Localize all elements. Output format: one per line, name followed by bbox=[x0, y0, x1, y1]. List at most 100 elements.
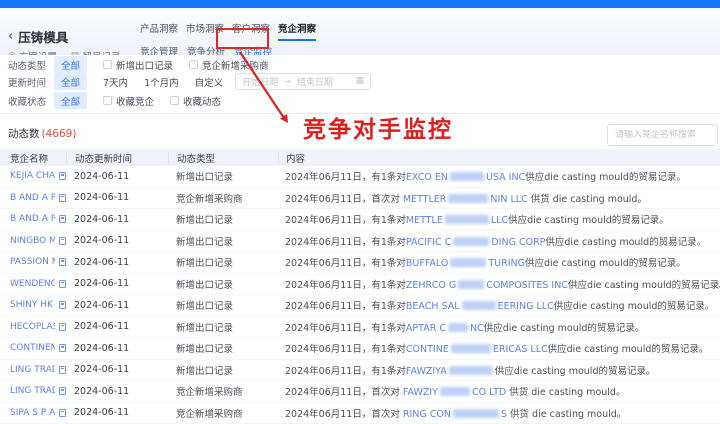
monitor-icon[interactable] bbox=[59, 215, 66, 223]
content-text: 供应die casting mould的贸易记录。 bbox=[548, 344, 709, 355]
checkbox-icon[interactable] bbox=[103, 96, 112, 105]
monitor-icon[interactable] bbox=[59, 366, 66, 374]
monitor-icon[interactable] bbox=[59, 280, 66, 288]
table-row[interactable]: B AND A P...2024-06-11竞企新增采购商2024年06月11日… bbox=[0, 188, 720, 210]
filter-all-pill[interactable]: 全部 bbox=[54, 92, 87, 109]
table-row[interactable]: LING TRADI...2024-06-11竞企新增采购商2024年06月11… bbox=[0, 381, 720, 403]
company-link[interactable]: NIN LLC bbox=[490, 194, 527, 205]
tab-competitor-insight[interactable]: 竞企洞察 bbox=[278, 21, 316, 41]
table-row[interactable]: WENDENG ...2024-06-11新增出口记录2024年06月11日，有… bbox=[0, 274, 720, 296]
company-link[interactable]: FAWZIYA bbox=[406, 366, 447, 377]
content-text: 供应die casting mould的贸易记录。 bbox=[525, 172, 686, 183]
filter-panel: 动态类型 全部 新增出口记录 竞企新增采购商 更新时间 全部 7天内 1个月内 … bbox=[0, 55, 720, 113]
content-text: 2024年06月11日，有1条对 bbox=[285, 172, 406, 183]
checkbox-favorite-competitors[interactable]: 收藏竞企 bbox=[103, 94, 154, 108]
company-name-link[interactable]: SIPA S P A S... bbox=[10, 408, 55, 418]
company-link[interactable]: BUFFALO bbox=[406, 258, 448, 269]
company-link[interactable]: APTAR C bbox=[406, 323, 446, 334]
row-content: 2024年06月11日，首次对 RING CONS 供货 die casting… bbox=[278, 406, 720, 420]
monitor-icon[interactable] bbox=[59, 258, 66, 266]
annotation-arrow bbox=[228, 42, 308, 137]
table-row[interactable]: SHINY HK I...2024-06-11新增出口记录2024年06月11日… bbox=[0, 295, 720, 317]
content-text: 2024年06月11日，有1条对 bbox=[285, 301, 406, 312]
checkbox-label: 收藏动态 bbox=[183, 94, 221, 108]
table-row[interactable]: CONTINEN...2024-06-11新增出口记录2024年06月11日，有… bbox=[0, 338, 720, 360]
filter-all-pill[interactable]: 全部 bbox=[54, 73, 87, 90]
filter-all-pill[interactable]: 全部 bbox=[54, 56, 87, 73]
breadcrumb: ‹ 压铸模具 bbox=[8, 27, 68, 46]
filter-label: 收藏状态 bbox=[0, 94, 54, 108]
monitor-icon[interactable] bbox=[59, 194, 66, 202]
company-name-link[interactable]: B AND A P... bbox=[10, 214, 55, 224]
checkbox-icon[interactable] bbox=[103, 60, 112, 69]
company-link[interactable]: EXCO EN bbox=[406, 172, 448, 183]
monitor-icon[interactable] bbox=[59, 409, 66, 417]
company-link[interactable]: EERING LLC bbox=[498, 301, 554, 312]
company-link[interactable]: RING CON bbox=[403, 409, 451, 420]
censored-text bbox=[458, 280, 484, 289]
option-7-days[interactable]: 7天内 bbox=[103, 75, 128, 89]
checkbox-favorite-dynamics[interactable]: 收藏动态 bbox=[170, 94, 221, 108]
table-row[interactable]: SIPA S P A S...2024-06-11竞企新增采购商2024年06月… bbox=[0, 403, 720, 424]
monitor-icon[interactable] bbox=[59, 301, 66, 309]
monitor-table: 竞企名称 动态更新时间 动态类型 内容 KEJIA CHA...2024-06-… bbox=[0, 149, 720, 424]
row-dynamic-type: 新增出口记录 bbox=[168, 363, 278, 377]
checkbox-icon[interactable] bbox=[170, 96, 179, 105]
company-name-link[interactable]: PASSION M... bbox=[10, 257, 55, 267]
tab-product-insight[interactable]: 产品洞察 bbox=[140, 21, 178, 41]
table-row[interactable]: KEJIA CHA...2024-06-11新增出口记录2024年06月11日，… bbox=[0, 166, 720, 188]
company-link[interactable]: DING CORP bbox=[491, 237, 545, 248]
company-name-link[interactable]: KEJIA CHA... bbox=[10, 171, 55, 181]
company-link[interactable]: USA INC bbox=[486, 172, 525, 183]
company-link[interactable]: CONTINE bbox=[406, 344, 449, 355]
company-name-link[interactable]: CONTINEN... bbox=[10, 343, 55, 353]
table-row[interactable]: HECOPLAS...2024-06-11新增出口记录2024年06月11日，有… bbox=[0, 317, 720, 339]
row-content: 2024年06月11日，有1条对FAWZIYA供应die casting mou… bbox=[278, 363, 720, 377]
filter-row-favorite-status: 收藏状态 全部 收藏竞企 收藏动态 bbox=[0, 93, 221, 108]
monitor-icon[interactable] bbox=[59, 323, 66, 331]
monitor-icon[interactable] bbox=[59, 387, 66, 395]
company-name-link[interactable]: SHINY HK I... bbox=[10, 300, 55, 310]
company-link[interactable]: FAWZIY bbox=[403, 387, 438, 398]
table-row[interactable]: PASSION M...2024-06-11新增出口记录2024年06月11日，… bbox=[0, 252, 720, 274]
company-name-link[interactable]: NINGBO M... bbox=[10, 236, 55, 246]
company-name-link[interactable]: LING TRADI... bbox=[10, 365, 55, 375]
content-text: 2024年06月11日，首次对 bbox=[285, 194, 403, 205]
table-row[interactable]: NINGBO M...2024-06-11新增出口记录2024年06月11日，有… bbox=[0, 231, 720, 253]
calendar-icon[interactable]: ▦ bbox=[356, 77, 365, 86]
company-link[interactable]: METTLER bbox=[403, 194, 447, 205]
company-link[interactable]: NC bbox=[470, 323, 484, 334]
option-1-month[interactable]: 1个月内 bbox=[144, 75, 179, 89]
company-link[interactable]: LLC bbox=[491, 215, 508, 226]
search-input[interactable] bbox=[615, 130, 710, 140]
censored-text bbox=[445, 215, 489, 224]
back-icon[interactable]: ‹ bbox=[8, 30, 13, 43]
monitor-icon[interactable] bbox=[59, 344, 66, 352]
row-dynamic-type: 新增出口记录 bbox=[168, 277, 278, 291]
company-link[interactable]: BEACH SAL bbox=[406, 301, 460, 312]
company-search-box[interactable] bbox=[607, 124, 718, 146]
checkbox-icon[interactable] bbox=[189, 60, 198, 69]
monitor-icon[interactable] bbox=[59, 172, 66, 180]
checkbox-new-export-records[interactable]: 新增出口记录 bbox=[103, 58, 173, 72]
content-text: 供应die casting mould的贸易记录。 bbox=[545, 237, 706, 248]
content-text: 2024年06月11日，有1条对 bbox=[285, 237, 406, 248]
company-name-link[interactable]: WENDENG ... bbox=[10, 279, 55, 289]
company-link[interactable]: TURING bbox=[488, 258, 525, 269]
company-link[interactable]: PACIFIC C bbox=[406, 237, 451, 248]
content-text: 2024年06月11日，有1条对 bbox=[285, 344, 406, 355]
company-link[interactable]: METTLE bbox=[406, 215, 443, 226]
option-custom[interactable]: 自定义 bbox=[195, 75, 224, 89]
company-link[interactable]: ZEHRCO G bbox=[406, 280, 456, 291]
table-row[interactable]: B AND A P...2024-06-11新增出口记录2024年06月11日，… bbox=[0, 209, 720, 231]
company-name-link[interactable]: B AND A P... bbox=[10, 193, 55, 203]
company-link[interactable]: CO LTD bbox=[472, 387, 506, 398]
page-header: ‹ 压铸模具 ◎ 方案设置 ▤ 贸易记录 产品洞察 市场洞察 客户洞察 竞企洞察… bbox=[0, 8, 720, 55]
monitor-icon[interactable] bbox=[59, 237, 66, 245]
company-name-link[interactable]: HECOPLAS... bbox=[10, 322, 55, 332]
company-name-link[interactable]: LING TRADI... bbox=[10, 386, 55, 396]
content-text: 2024年06月11日，首次对 bbox=[285, 409, 403, 420]
table-row[interactable]: LING TRADI...2024-06-11新增出口记录2024年06月11日… bbox=[0, 360, 720, 382]
company-link[interactable]: COMPOSITES INC bbox=[486, 280, 568, 291]
company-link[interactable]: ERICAS LLC bbox=[493, 344, 548, 355]
